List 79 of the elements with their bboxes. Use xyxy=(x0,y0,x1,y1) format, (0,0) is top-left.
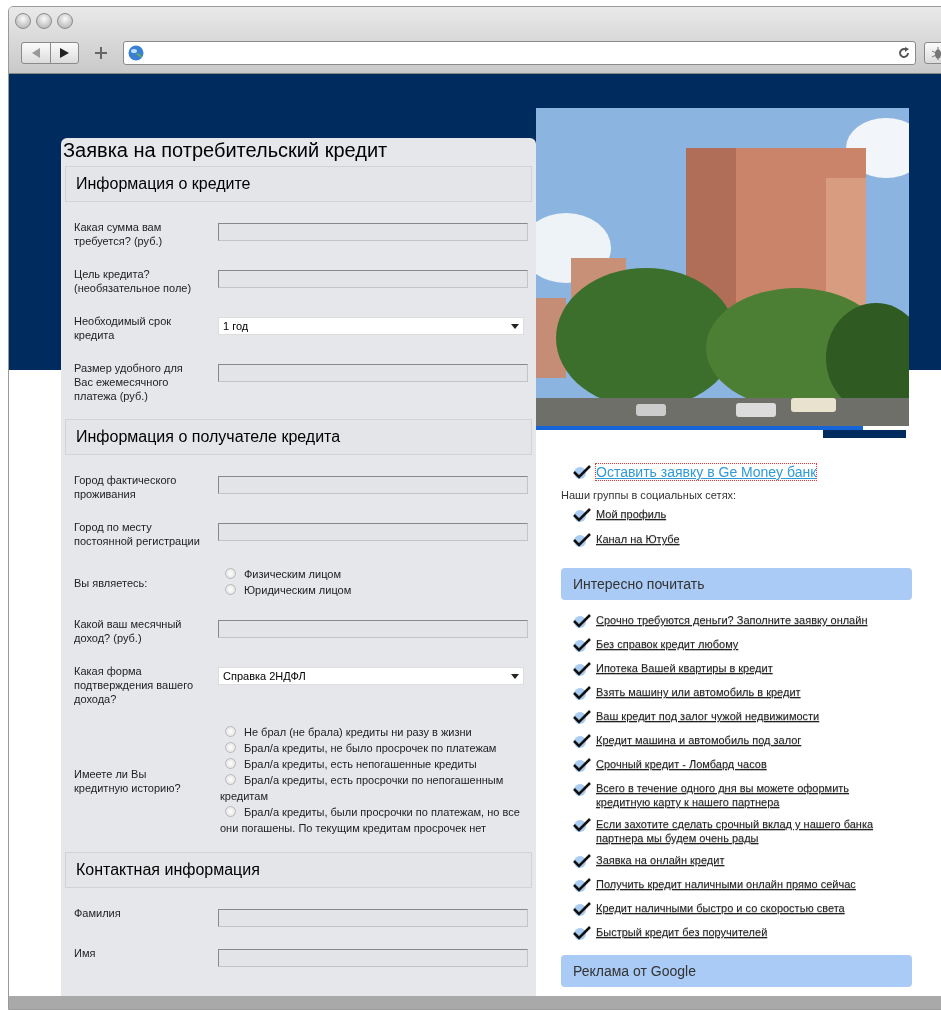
checkmark-icon xyxy=(573,637,593,653)
article-link[interactable]: Заявка на онлайн кредит xyxy=(596,853,725,867)
forward-arrow-icon xyxy=(60,48,69,58)
text-field[interactable] xyxy=(218,523,528,541)
field-label: Размер удобного для Вас ежемесячного платежа (руб.) xyxy=(74,361,184,403)
social-link[interactable]: Мой профиль xyxy=(596,507,667,521)
globe-icon xyxy=(128,45,144,61)
back-arrow-icon xyxy=(31,48,41,58)
article-link[interactable]: Взять машину или автомобиль в кредит xyxy=(596,685,801,699)
radio-option[interactable]: Брал/а кредиты, были просрочки по платежам, но все они погашены. По текущим кредитам просрочек нет xyxy=(220,804,528,836)
checkmark-icon xyxy=(573,757,593,773)
caret-icon xyxy=(511,323,519,329)
checkmark-icon xyxy=(573,877,593,893)
checkmark-icon xyxy=(573,464,593,480)
article-link[interactable]: Получить кредит наличными онлайн прямо сейчас xyxy=(596,877,856,891)
checkmark-icon xyxy=(573,532,593,548)
article-link[interactable]: Без справок кредит любому xyxy=(596,637,739,651)
text-field[interactable] xyxy=(218,364,528,382)
radio-option[interactable]: Брал/а кредиты, не было просрочек по платежам xyxy=(220,740,528,756)
address-bar[interactable] xyxy=(123,41,916,65)
checkmark-icon xyxy=(573,901,593,917)
window-control-icon[interactable] xyxy=(36,13,52,29)
caret-icon xyxy=(511,673,519,679)
article-link[interactable]: Срочный кредит - Ломбард часов xyxy=(596,757,767,771)
field-label: Какой ваш месячный доход? (руб.) xyxy=(74,617,183,645)
bug-icon[interactable] xyxy=(931,46,941,60)
field-label: Город по месту постоянной регистрации xyxy=(74,520,201,548)
field-label: Какая сумма вам требуется? (руб.) xyxy=(74,220,164,248)
dropdown[interactable]: 1 год xyxy=(218,317,524,335)
field-label: Вы являетесь: xyxy=(74,575,149,590)
field-label: Имя xyxy=(74,946,97,960)
radio-option[interactable]: Брал/а кредиты, есть просрочки по непогашенным кредитам xyxy=(220,772,528,804)
checkmark-icon xyxy=(573,613,593,629)
radio-option[interactable]: Брал/а кредиты, есть непогашенные кредиты xyxy=(220,756,528,772)
article-link[interactable]: Кредит машина и автомобиль под залог xyxy=(596,733,802,747)
field-label: Какая форма подтверждения вашего дохода? xyxy=(74,664,195,706)
article-link[interactable]: Быстрый кредит без поручителей xyxy=(596,925,768,939)
form-title: Заявка на потребительский кредит xyxy=(62,138,389,163)
field-label: Фамилия xyxy=(74,906,122,920)
checkmark-icon xyxy=(573,817,593,833)
section-header: Информация о получателе кредита xyxy=(65,419,532,455)
checkmark-icon xyxy=(573,685,593,701)
article-link[interactable]: Ипотека Вашей квартиры в кредит xyxy=(596,661,773,675)
checkmark-icon xyxy=(573,507,593,523)
field-label: Цель кредита? (необязательное поле) xyxy=(74,267,193,295)
plus-icon xyxy=(95,47,107,59)
field-label: Необходимый срок кредита xyxy=(74,314,173,342)
text-field[interactable] xyxy=(218,223,528,241)
section-header: Контактная информация xyxy=(65,852,532,888)
article-link[interactable]: Кредит наличными быстро и со скоростью света xyxy=(596,901,845,915)
checkmark-icon xyxy=(573,781,593,797)
social-link[interactable]: Канал на Ютубе xyxy=(596,532,680,546)
social-label: Наши группы в социальных сетях: xyxy=(561,489,738,501)
radio-option[interactable]: Юридическим лицом xyxy=(220,582,528,598)
text-field[interactable] xyxy=(218,620,528,638)
checkmark-icon xyxy=(573,709,593,725)
article-link[interactable]: Если захотите сделать срочный вклад у нашего банка партнера мы будем очень рады xyxy=(596,817,886,845)
article-link[interactable]: Ваш кредит под залог чужой недвижимости xyxy=(596,709,820,723)
text-field[interactable] xyxy=(218,476,528,494)
radio-option[interactable]: Физическим лицом xyxy=(220,566,528,582)
article-link[interactable]: Срочно требуются деньги? Заполните заявку онлайн xyxy=(596,613,868,627)
text-field[interactable] xyxy=(218,909,528,927)
checkmark-icon xyxy=(573,733,593,749)
radio-option[interactable]: Не брал (не брала) кредиты ни разу в жизни xyxy=(220,724,528,740)
field-label: Город фактического проживания xyxy=(74,473,178,501)
section-header: Информация о кредите xyxy=(65,166,532,202)
checkmark-icon xyxy=(573,925,593,941)
text-field[interactable] xyxy=(218,949,528,967)
checkmark-icon xyxy=(573,853,593,869)
reload-icon[interactable] xyxy=(897,46,911,60)
checkmark-icon xyxy=(573,661,593,677)
field-label: Имеете ли Вы кредитную историю? xyxy=(74,766,182,795)
text-field[interactable] xyxy=(218,270,528,288)
article-link[interactable]: Всего в течение одного дня вы можете оформить кредитную карту к нашего партнера xyxy=(596,781,886,809)
section-header: Реклама от Google xyxy=(561,955,912,987)
dropdown[interactable]: Справка 2НДФЛ xyxy=(218,667,524,685)
window-control-icon[interactable] xyxy=(57,13,73,29)
window-control-icon[interactable] xyxy=(15,13,31,29)
section-header: Интересно почитать xyxy=(561,568,912,600)
